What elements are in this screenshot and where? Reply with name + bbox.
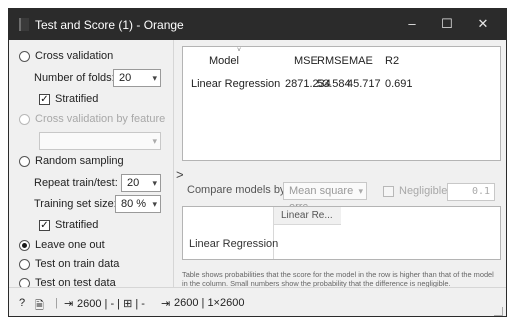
- input-meta-icon: ⊞: [123, 298, 133, 310]
- test-on-train-radio[interactable]: [19, 258, 30, 270]
- content-area: Cross validation Number of folds: 20 ▾ ✓…: [9, 40, 506, 289]
- leave-one-out-option[interactable]: Leave one out: [19, 237, 105, 253]
- comparison-column-header: Linear Re...: [273, 207, 341, 225]
- random-sampling-option[interactable]: Random sampling: [19, 153, 124, 169]
- negligible-checkbox[interactable]: [383, 185, 394, 197]
- resize-grip-icon[interactable]: [494, 307, 503, 316]
- column-header-r2[interactable]: R2: [385, 55, 399, 67]
- results-table[interactable]: Model ˅ MSE RMSE MAE R2 Linear Regressio…: [182, 46, 501, 161]
- input-meta-text: | -: [132, 298, 145, 310]
- random-sampling-radio[interactable]: [19, 155, 30, 167]
- input-summary[interactable]: 2600 | - | ⊞ | -: [77, 297, 145, 310]
- cv-stratified-label: Stratified: [55, 93, 99, 105]
- repeat-label: Repeat train/test:: [34, 177, 118, 189]
- random-sampling-label: Random sampling: [35, 155, 124, 167]
- rs-stratified-checkbox[interactable]: ✓: [39, 219, 50, 231]
- folds-combo[interactable]: 20 ▾: [113, 69, 161, 87]
- maximize-button[interactable]: ☐: [433, 14, 461, 34]
- test-on-train-option[interactable]: Test on train data: [19, 256, 119, 272]
- repeat-value: 20: [127, 177, 140, 189]
- column-header-mae[interactable]: MAE: [349, 55, 373, 67]
- title-bar: Test and Score (1) - Orange – ☐ ✕: [9, 9, 506, 40]
- cv-stratified-checkbox[interactable]: ✓: [39, 93, 50, 105]
- minimize-button[interactable]: –: [398, 14, 426, 34]
- train-size-value: 80 %: [121, 198, 147, 210]
- close-button[interactable]: ✕: [469, 14, 497, 34]
- compare-label: Compare models by:: [187, 184, 289, 196]
- compare-combo[interactable]: Mean square errc ▾: [283, 182, 367, 213]
- train-size-row: Training set size:: [34, 195, 117, 213]
- column-header-model[interactable]: Model: [209, 55, 239, 67]
- input-summary-text: 2600 | - |: [77, 298, 124, 310]
- cell-rmse: 53.584: [317, 78, 351, 90]
- app-icon: [19, 18, 29, 31]
- status-bar: ? 🗎 | ⇥ 2600 | - | ⊞ | - ⇥ 2600 | 1×2600: [9, 287, 506, 316]
- folds-label: Number of folds:: [34, 72, 115, 84]
- cross-validation-option[interactable]: Cross validation: [19, 48, 113, 64]
- folds-row: Number of folds:: [34, 69, 115, 87]
- cell-model: Linear Regression: [191, 78, 281, 90]
- leave-one-out-label: Leave one out: [35, 239, 105, 251]
- train-size-combo[interactable]: 80 % ▾: [115, 195, 161, 213]
- cross-validation-label: Cross validation: [35, 50, 114, 62]
- cross-validation-radio[interactable]: [19, 50, 30, 62]
- comparison-table[interactable]: Linear Re... Linear Regression: [182, 206, 501, 260]
- window-title: Test and Score (1) - Orange: [35, 18, 184, 32]
- cv-by-feature-label: Cross validation by feature: [35, 113, 166, 125]
- comparison-row-header: Linear Regression: [189, 238, 279, 250]
- cv-stratified-option[interactable]: ✓ Stratified: [39, 91, 98, 107]
- sampling-panel: Cross validation Number of folds: 20 ▾ ✓…: [9, 40, 174, 289]
- chevron-down-icon: ▾: [358, 186, 363, 196]
- cell-r2: 0.691: [385, 78, 413, 90]
- test-on-train-label: Test on train data: [35, 258, 120, 270]
- separator: |: [55, 297, 58, 309]
- column-header-mse[interactable]: MSE: [294, 55, 318, 67]
- cell-mae: 45.717: [347, 78, 381, 90]
- comparison-cell: [273, 225, 341, 259]
- comparison-note: Table shows probabilities that the score…: [182, 270, 494, 288]
- repeat-combo[interactable]: 20 ▾: [121, 174, 161, 192]
- chevron-down-icon: ▾: [152, 199, 157, 209]
- chevron-down-icon: ▾: [152, 178, 157, 188]
- folds-value: 20: [119, 72, 132, 84]
- chevron-down-icon: ▾: [152, 73, 157, 83]
- results-panel: Model ˅ MSE RMSE MAE R2 Linear Regressio…: [179, 40, 506, 288]
- input-icon: ⇥: [64, 298, 74, 310]
- cv-by-feature-option[interactable]: Cross validation by feature: [19, 111, 165, 127]
- feature-combo[interactable]: ▾: [39, 132, 161, 150]
- output-summary[interactable]: 2600 | 1×2600: [174, 297, 244, 309]
- column-header-rmse[interactable]: RMSE: [317, 55, 349, 67]
- sort-caret-icon: ˅: [237, 47, 242, 54]
- train-size-label: Training set size:: [34, 198, 117, 210]
- repeat-row: Repeat train/test:: [34, 174, 118, 192]
- leave-one-out-radio[interactable]: [19, 239, 30, 251]
- rs-stratified-option[interactable]: ✓ Stratified: [39, 217, 98, 233]
- chevron-down-icon: ▾: [152, 136, 157, 146]
- help-icon[interactable]: ?: [19, 297, 25, 309]
- cv-by-feature-radio[interactable]: [19, 113, 30, 125]
- output-icon: ⇥: [161, 298, 171, 310]
- report-icon[interactable]: 🗎: [35, 297, 44, 316]
- rs-stratified-label: Stratified: [55, 219, 99, 231]
- app-window: Test and Score (1) - Orange – ☐ ✕ Cross …: [8, 8, 507, 317]
- negligible-value-field[interactable]: 0.1: [447, 183, 495, 201]
